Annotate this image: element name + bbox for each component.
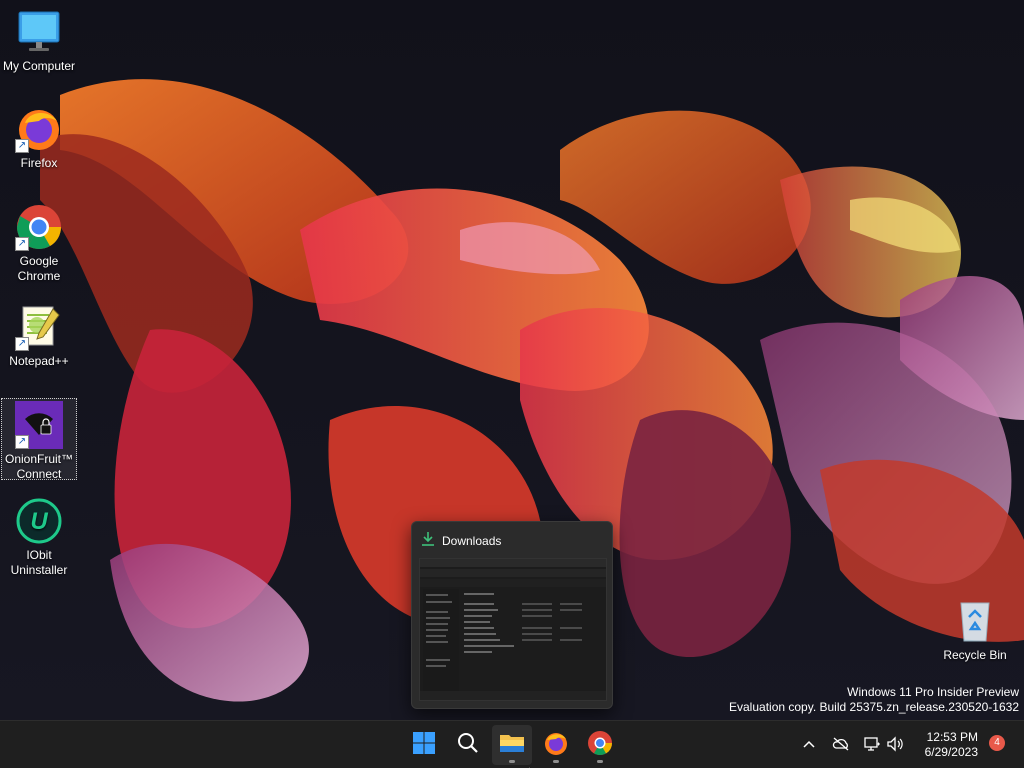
search-button[interactable] xyxy=(448,725,488,765)
preview-title: Downloads xyxy=(442,534,502,548)
desktop-icon-notepad-plus-plus[interactable]: ↗ Notepad++ xyxy=(1,303,77,369)
taskbar-thumbnail-preview[interactable]: Downloads xyxy=(411,521,613,709)
start-button[interactable] xyxy=(404,725,444,765)
windows-logo-icon xyxy=(412,731,436,760)
desktop-icon-my-computer[interactable]: My Computer xyxy=(1,8,77,74)
desktop-icon-label: Firefox xyxy=(20,156,58,170)
shortcut-arrow-icon: ↗ xyxy=(15,337,29,351)
cloud-off-icon[interactable] xyxy=(832,735,850,753)
clock-date: 6/29/2023 xyxy=(924,745,978,759)
running-indicator xyxy=(553,760,559,763)
desktop-icon-label: Notepad++ xyxy=(9,354,69,368)
chrome-taskbar-button[interactable] xyxy=(580,725,620,765)
shortcut-arrow-icon: ↗ xyxy=(15,139,29,153)
desktop-icon-label: Recycle Bin xyxy=(943,648,1007,662)
firefox-icon: ↗ xyxy=(15,105,63,153)
shortcut-arrow-icon: ↗ xyxy=(15,435,29,449)
shortcut-arrow-icon: ↗ xyxy=(15,237,29,251)
network-icon[interactable] xyxy=(863,735,881,753)
desktop-icon-firefox[interactable]: ↗ Firefox xyxy=(1,105,77,171)
svg-text:U: U xyxy=(30,508,48,535)
running-indicator xyxy=(509,760,515,763)
file-explorer-button[interactable] xyxy=(492,725,532,765)
desktop-icon-iobit-uninstaller[interactable]: U IObit Uninstaller xyxy=(1,497,77,578)
iobit-uninstaller-icon: U xyxy=(15,497,63,545)
onionfruit-icon: ↗ xyxy=(15,401,63,449)
firefox-icon xyxy=(543,730,569,761)
firefox-taskbar-button[interactable] xyxy=(536,725,576,765)
desktop-icon-google-chrome[interactable]: ↗ Google Chrome xyxy=(1,203,77,284)
desktop-icon-onionfruit-connect[interactable]: ↗ OnionFruit™ Connect xyxy=(1,398,77,481)
watermark-line-1: Windows 11 Pro Insider Preview xyxy=(847,685,1019,699)
download-icon xyxy=(420,531,436,552)
volume-icon[interactable] xyxy=(886,735,904,753)
clock-time: 12:53 PM xyxy=(926,730,978,744)
desktop-icon-recycle-bin[interactable]: Recycle Bin xyxy=(937,597,1013,663)
chrome-icon: ↗ xyxy=(15,203,63,251)
preview-thumbnail-image[interactable] xyxy=(419,558,607,701)
chrome-icon xyxy=(587,730,613,761)
folder-icon xyxy=(499,732,525,759)
mouse-cursor-icon xyxy=(528,762,537,768)
preview-header: Downloads xyxy=(420,531,501,551)
desktop-icon-label: OnionFruit™ Connect xyxy=(4,452,74,481)
notification-badge[interactable]: 4 xyxy=(989,735,1005,751)
notepad-plus-plus-icon: ↗ xyxy=(15,303,63,351)
desktop-icon-label: IObit Uninstaller xyxy=(10,548,68,577)
recycle-bin-icon xyxy=(951,597,999,645)
windows-watermark: Windows 11 Pro Insider Preview Evaluatio… xyxy=(729,685,1019,715)
desktop-icon-label: Google Chrome xyxy=(17,254,61,283)
running-indicator xyxy=(597,760,603,763)
watermark-line-2: Evaluation copy. Build 25375.zn_release.… xyxy=(729,700,1019,714)
monitor-icon xyxy=(15,8,63,56)
desktop-icon-label: My Computer xyxy=(2,59,76,73)
taskbar: 12:53 PM 6/29/2023 xyxy=(0,720,1024,768)
clock[interactable]: 12:53 PM 6/29/2023 xyxy=(925,730,978,760)
chevron-up-icon[interactable] xyxy=(800,735,818,753)
search-icon xyxy=(457,732,479,759)
